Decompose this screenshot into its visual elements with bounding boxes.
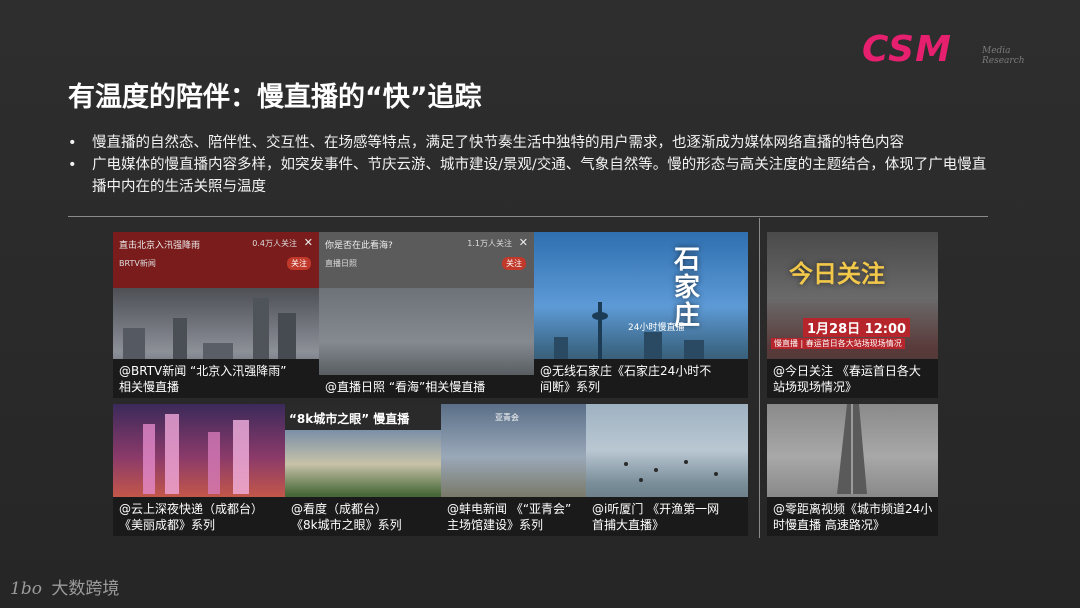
image-card-8k-city[interactable]: “8k城市之眼” 慢直播 @看度（成都台） 《8k城市之眼》系列 bbox=[285, 404, 441, 536]
caption-line1: @BRTV新闻 “北京入汛强降雨” bbox=[119, 364, 287, 378]
bullet-dot: • bbox=[68, 135, 77, 151]
follow-button[interactable]: 关注 bbox=[502, 257, 526, 270]
card-caption: @无线石家庄《石家庄24小时不 间断》系列 bbox=[534, 359, 748, 398]
app-channel-name: 直播日照 bbox=[325, 259, 357, 268]
caption-line1: @i听厦门 《开渔第一网 bbox=[592, 502, 720, 516]
caption-line1: @直播日照 “看海”相关慢直播 bbox=[325, 380, 486, 394]
card-caption: @直播日照 “看海”相关慢直播 bbox=[319, 375, 534, 398]
app-header: 你是否在此看海? 1.1万人关注 ✕ 直播日照 关注 bbox=[319, 232, 534, 288]
overlay-time: 1月28日 12:00 bbox=[803, 318, 911, 337]
night-skyline-graphic bbox=[143, 414, 249, 494]
image-card-xiamen[interactable]: @i听厦门 《开渔第一网 首捕大直播》 bbox=[586, 404, 748, 536]
page-title: 有温度的陪伴：慢直播的“快”追踪 bbox=[68, 82, 482, 113]
watermark-text: 大数跨境 bbox=[51, 579, 120, 599]
app-live-title: 你是否在此看海? bbox=[325, 241, 393, 251]
card-caption: @BRTV新闻 “北京入汛强降雨” 相关慢直播 bbox=[113, 359, 319, 398]
logo-sub-line2: Research bbox=[982, 56, 1025, 66]
close-icon[interactable]: ✕ bbox=[304, 236, 313, 249]
bullet-text: 广电媒体的慢直播内容多样，如突发事件、节庆云游、城市建设/景观/交通、气象自然等… bbox=[92, 157, 987, 195]
bullet-list: • 慢直播的自然态、陪伴性、交互性、在场感等特点，满足了快节奏生活中独特的用户需… bbox=[68, 132, 998, 198]
yaqinghui-overlay-title: 亚青会 bbox=[495, 413, 519, 422]
image-card-chengdu-night[interactable]: @云上深夜快递（成都台） 《美丽成都》系列 bbox=[113, 404, 285, 536]
bullet-item: • 慢直播的自然态、陪伴性、交互性、在场感等特点，满足了快节奏生活中独特的用户需… bbox=[68, 132, 998, 154]
jinri-overlay-title: 今日关注 bbox=[789, 259, 885, 288]
8k-overlay-title: “8k城市之眼” 慢直播 bbox=[289, 412, 410, 426]
bullet-dot: • bbox=[68, 157, 77, 173]
logo-text: CSM bbox=[862, 29, 952, 70]
close-icon[interactable]: ✕ bbox=[519, 236, 528, 249]
bullet-text: 慢直播的自然态、陪伴性、交互性、在场感等特点，满足了快节奏生活中独特的用户需求，… bbox=[92, 135, 904, 151]
caption-line2: 《8k城市之眼》系列 bbox=[291, 518, 402, 532]
caption-line1: @蚌电新闻 《“亚青会” bbox=[447, 502, 572, 516]
watermark-mark: 1bo bbox=[10, 579, 42, 599]
caption-line2: 《美丽成都》系列 bbox=[119, 518, 216, 532]
app-live-title: 直击北京入汛强降雨 bbox=[119, 241, 201, 251]
caption-line1: @零距离视频《城市频道24小 bbox=[773, 502, 932, 516]
caption-line1: @无线石家庄《石家庄24小时不 bbox=[540, 364, 712, 378]
caption-line1: @看度（成都台） bbox=[291, 502, 388, 516]
image-card-brtv[interactable]: 直击北京入汛强降雨 0.4万人关注 ✕ BRTV新闻 关注 @BRTV新闻 “北… bbox=[113, 232, 319, 398]
tower-graphic bbox=[554, 302, 704, 362]
app-channel-name: BRTV新闻 bbox=[119, 259, 156, 268]
logo-sub-line1: Media bbox=[982, 46, 1011, 56]
watermark-brand: 1bo 大数跨境 bbox=[10, 574, 119, 599]
caption-line2: 时慢直播 高速路况》 bbox=[773, 518, 885, 532]
card-caption: @看度（成都台） 《8k城市之眼》系列 bbox=[285, 497, 441, 536]
caption-line2: 相关慢直播 bbox=[119, 380, 180, 394]
overlay-subtitle: 慢直播 | 春运首日各大站场现场情况 bbox=[771, 338, 905, 349]
card-caption: @蚌电新闻 《“亚青会” 主场馆建设》系列 bbox=[441, 497, 586, 536]
horizontal-divider bbox=[68, 216, 988, 217]
card-caption: @i听厦门 《开渔第一网 首捕大直播》 bbox=[586, 497, 748, 536]
sea-view-image: 你是否在此看海? 1.1万人关注 ✕ 直播日照 关注 bbox=[319, 232, 534, 398]
logo-subtitle: Media Research bbox=[982, 46, 1042, 66]
app-header: 直击北京入汛强降雨 0.4万人关注 ✕ BRTV新闻 关注 bbox=[113, 232, 319, 288]
caption-line1: @今日关注 《春运首日各大 bbox=[773, 364, 921, 378]
follow-button[interactable]: 关注 bbox=[287, 257, 311, 270]
caption-line2: 间断》系列 bbox=[540, 380, 601, 394]
caption-line1: @云上深夜快递（成都台） bbox=[119, 502, 264, 516]
image-card-highway[interactable]: @零距离视频《城市频道24小 时慢直播 高速路况》 bbox=[767, 404, 938, 536]
image-card-jinri[interactable]: 今日关注 1月28日 12:00 慢直播 | 春运首日各大站场现场情况 @今日关… bbox=[767, 232, 938, 398]
boats-graphic bbox=[624, 460, 718, 482]
caption-line2: 主场馆建设》系列 bbox=[447, 518, 544, 532]
caption-line2: 首捕大直播》 bbox=[592, 518, 665, 532]
card-caption: @零距离视频《城市频道24小 时慢直播 高速路况》 bbox=[767, 497, 938, 536]
slide: CSM Media Research 有温度的陪伴：慢直播的“快”追踪 • 慢直… bbox=[0, 0, 1080, 608]
image-card-yaqinghui[interactable]: 亚青会 @蚌电新闻 《“亚青会” 主场馆建设》系列 bbox=[441, 404, 586, 536]
app-viewer-count: 1.1万人关注 bbox=[467, 239, 512, 248]
card-caption: @今日关注 《春运首日各大 站场现场情况》 bbox=[767, 359, 938, 398]
vertical-divider bbox=[759, 218, 760, 538]
bullet-item: • 广电媒体的慢直播内容多样，如突发事件、节庆云游、城市建设/景观/交通、气象自… bbox=[68, 154, 998, 198]
app-viewer-count: 0.4万人关注 bbox=[252, 239, 297, 248]
image-card-rizhao[interactable]: 你是否在此看海? 1.1万人关注 ✕ 直播日照 关注 @直播日照 “看海”相关慢… bbox=[319, 232, 534, 398]
card-caption: @云上深夜快递（成都台） 《美丽成都》系列 bbox=[113, 497, 285, 536]
csm-logo: CSM Media Research bbox=[862, 28, 1042, 76]
caption-line2: 站场现场情况》 bbox=[773, 380, 858, 394]
image-card-shijiazhuang[interactable]: 石家庄 24小时慢直播 @无线石家庄《石家庄24小时不 间断》系列 bbox=[534, 232, 748, 398]
road-graphic bbox=[837, 404, 867, 494]
